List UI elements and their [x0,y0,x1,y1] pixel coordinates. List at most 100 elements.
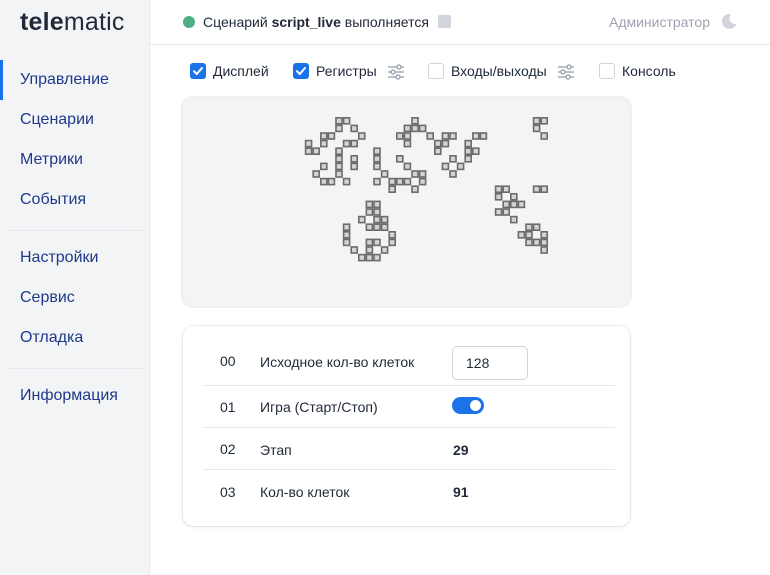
live-cell [350,246,358,254]
live-cell [388,185,396,193]
live-cell [320,162,328,171]
stop-script-button[interactable] [438,15,451,28]
registers-settings-sliders-icon[interactable] [387,64,405,80]
live-cell [373,238,381,247]
live-cell [403,124,412,133]
sidebar-item-info[interactable]: Информация [0,376,150,416]
live-cell [373,208,381,216]
live-cell [365,208,374,216]
io-settings-sliders-icon[interactable] [557,64,575,80]
live-cell [304,139,313,148]
check-icon [193,67,203,75]
live-cell [380,223,389,231]
status-suffix: выполняется [344,14,429,30]
live-cell [441,162,450,171]
live-cell [532,223,541,231]
live-cell [403,132,412,140]
live-cell [411,124,419,133]
live-cell [320,132,328,140]
live-cell [494,185,503,193]
script-status: Сценарий script_live выполняется [203,14,429,30]
live-cell [532,124,541,133]
live-cell [502,185,510,193]
register-row: 00 Исходное кол-во клеток [203,343,615,386]
logo-light: matic [63,8,125,36]
status-indicator-icon [183,16,195,28]
live-cell [373,177,381,186]
sidebar-item-service[interactable]: Сервис [0,278,150,318]
sidebar-divider [10,230,142,231]
register-name: Кол-во клеток [260,484,350,500]
live-cell [411,170,419,178]
live-cell [312,170,320,178]
sidebar-item-control[interactable]: Управление [0,60,150,100]
initial-cells-input[interactable] [452,346,528,380]
live-cell [540,117,548,125]
live-cell [411,117,419,125]
register-number: 01 [220,399,236,415]
live-cell [449,170,457,178]
live-cell [350,124,358,133]
live-cell [350,162,358,171]
live-cell [449,155,457,163]
live-cell [312,147,320,155]
registers-checkbox-label: Регистры [316,63,377,79]
live-cell [342,117,351,125]
sidebar-item-scripts[interactable]: Сценарии [0,100,150,140]
live-cell [456,162,465,171]
display-checkbox-label: Дисплей [213,63,269,79]
live-cell [472,147,480,155]
sidebar-item-settings[interactable]: Настройки [0,238,150,278]
live-cell [540,231,548,239]
live-cell [335,155,343,163]
registers-checkbox[interactable] [293,63,309,79]
register-name: Исходное кол-во клеток [260,354,415,370]
register-number: 02 [220,441,236,457]
sidebar-item-events[interactable]: События [0,180,150,220]
live-cell [373,147,381,155]
live-cell [510,200,518,209]
live-cell [510,215,518,224]
live-cell [380,170,389,178]
register-row: 02 Этап 29 [203,428,615,470]
live-cell [532,117,541,125]
script-name: script_live [271,14,341,30]
live-cell [396,155,404,163]
live-cell [403,177,412,186]
dark-mode-moon-icon[interactable] [720,12,738,30]
app-logo[interactable]: telematic [20,8,125,37]
console-checkbox-label: Консоль [622,63,676,79]
live-cell [358,132,366,140]
live-cell [418,124,427,133]
live-cell [380,215,389,224]
console-checkbox[interactable] [599,63,615,79]
live-cell [388,231,396,239]
live-cell [525,223,533,231]
live-cell [434,147,442,155]
live-cell [335,124,343,133]
live-cell [502,208,510,216]
live-cell [540,238,548,247]
live-cell [320,177,328,186]
sidebar-item-debug[interactable]: Отладка [0,318,150,358]
io-checkbox[interactable] [428,63,444,79]
live-cell [373,155,381,163]
display-checkbox[interactable] [190,63,206,79]
live-cell [494,208,503,216]
register-value: 91 [453,484,469,500]
live-cell [532,238,541,247]
live-cell [502,200,510,209]
live-cell [396,132,404,140]
live-cell [342,231,351,239]
live-cell [358,253,366,262]
live-cell [350,139,358,148]
register-name: Игра (Старт/Стоп) [260,399,378,415]
sidebar-item-metrics[interactable]: Метрики [0,140,150,180]
game-start-stop-toggle[interactable] [452,397,484,414]
live-cell [388,238,396,247]
register-row: 01 Игра (Старт/Стоп) [203,386,615,428]
live-cell [418,177,427,186]
live-cell [532,185,541,193]
sidebar: telematic Управление Сценарии Метрики Со… [0,0,150,575]
user-name[interactable]: Администратор [609,14,710,30]
